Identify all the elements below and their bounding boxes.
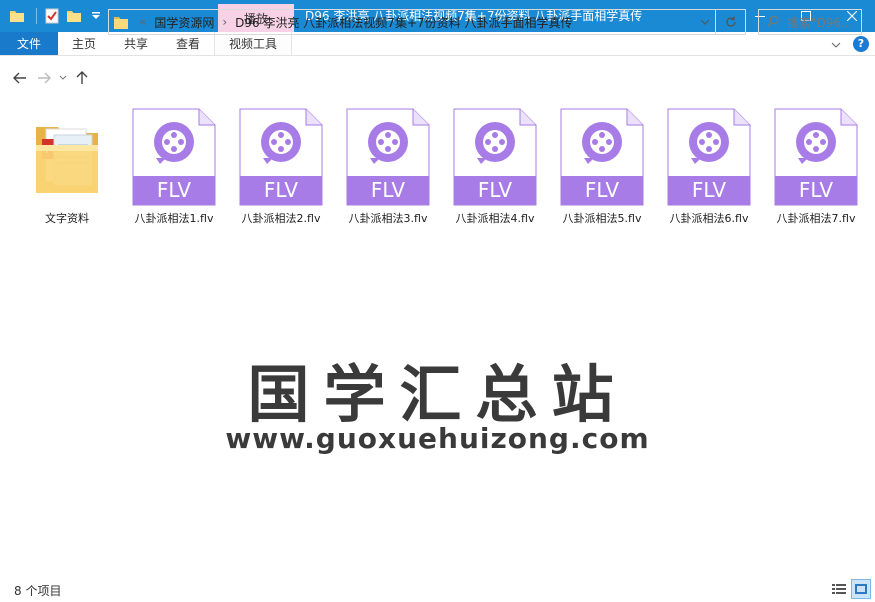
file-list: PDF 文字资料 FLV 八卦派相法1.flv FLV 八卦派相法2.flv — [0, 104, 875, 574]
file-item-folder[interactable]: PDF 文字资料 — [17, 106, 117, 226]
help-icon[interactable]: ? — [853, 35, 869, 52]
recent-locations-button[interactable] — [56, 66, 70, 90]
breadcrumb-item-root[interactable]: 国学资源网 — [154, 14, 214, 31]
arrow-left-icon — [13, 72, 26, 84]
file-name: 八卦派相法7.flv — [776, 212, 856, 225]
watermark-url: www.guoxuehuizong.com — [225, 422, 650, 455]
file-type-badge: FLV — [798, 178, 834, 202]
up-button[interactable] — [70, 66, 94, 90]
address-bar[interactable]: « 国学资源网 › D96 李洪亮 八卦派相法视频7集+7份资料 八卦派手面相学… — [108, 9, 716, 35]
ribbon-tabs: 文件 主页 共享 查看 视频工具 ? — [0, 32, 875, 56]
large-icons-view-icon — [855, 584, 867, 594]
breadcrumb-separator-icon[interactable]: › — [222, 15, 227, 29]
file-type-badge: FLV — [477, 178, 513, 202]
search-icon — [767, 15, 779, 30]
new-folder-icon[interactable] — [65, 7, 83, 25]
view-switcher — [829, 578, 871, 600]
file-name: 八卦派相法4.flv — [455, 212, 535, 225]
file-item-flv[interactable]: FLV 八卦派相法5.flv — [552, 106, 652, 226]
item-count: 8 个项目 — [14, 583, 62, 598]
file-type-badge: FLV — [156, 178, 192, 202]
customize-dropdown-icon[interactable] — [87, 7, 105, 25]
search-box[interactable]: 搜索"D96... — [758, 9, 862, 35]
file-type-badge: FLV — [263, 178, 299, 202]
file-type-badge: FLV — [691, 178, 727, 202]
file-item-flv[interactable]: FLV 八卦派相法6.flv — [659, 106, 759, 226]
chevron-down-icon — [59, 75, 67, 80]
folder-icon — [8, 7, 26, 25]
folder-icon: PDF — [17, 106, 117, 208]
file-item-flv[interactable]: FLV 八卦派相法2.flv — [231, 106, 331, 226]
search-input[interactable]: 搜索"D96... — [787, 14, 852, 31]
file-item-flv[interactable]: FLV 八卦派相法1.flv — [124, 106, 224, 226]
tab-share[interactable]: 共享 — [110, 32, 162, 55]
tab-view[interactable]: 查看 — [162, 32, 214, 55]
refresh-icon — [725, 16, 736, 27]
breadcrumb-item-current[interactable]: D96 李洪亮 八卦派相法视频7集+7份资料 八卦派手面相学真传 — [235, 14, 572, 31]
file-name: 八卦派相法1.flv — [134, 212, 214, 225]
arrow-right-icon — [38, 72, 51, 84]
breadcrumb-overflow[interactable]: « — [139, 15, 146, 29]
properties-icon[interactable] — [43, 7, 61, 25]
details-view-button[interactable] — [829, 579, 849, 599]
file-name: 文字资料 — [45, 212, 89, 225]
file-item-flv[interactable]: FLV 八卦派相法4.flv — [445, 106, 545, 226]
address-dropdown-button[interactable] — [695, 19, 715, 25]
file-name: 八卦派相法6.flv — [669, 212, 749, 225]
file-name: 八卦派相法2.flv — [241, 212, 321, 225]
forward-button[interactable] — [32, 66, 56, 90]
details-view-icon — [832, 584, 846, 594]
tab-video-tools[interactable]: 视频工具 — [214, 32, 293, 55]
file-type-badge: FLV — [370, 178, 406, 202]
tab-file[interactable]: 文件 — [0, 32, 58, 55]
file-item-flv[interactable]: FLV 八卦派相法3.flv — [338, 106, 438, 226]
navigation-bar — [0, 56, 875, 100]
file-name: 八卦派相法3.flv — [348, 212, 428, 225]
status-bar: 8 个项目 — [0, 578, 875, 602]
file-item-flv[interactable]: FLV 八卦派相法7.flv — [766, 106, 866, 226]
back-button[interactable] — [8, 66, 32, 90]
breadcrumb: « 国学资源网 › D96 李洪亮 八卦派相法视频7集+7份资料 八卦派手面相学… — [129, 14, 580, 31]
divider — [36, 8, 37, 24]
expand-ribbon-icon[interactable] — [831, 37, 841, 51]
folder-icon — [113, 15, 129, 29]
file-name: 八卦派相法5.flv — [562, 212, 642, 225]
chevron-down-icon — [700, 19, 710, 25]
large-icons-view-button[interactable] — [851, 579, 871, 599]
watermark-title: 国学汇总站 — [247, 358, 628, 431]
tab-home[interactable]: 主页 — [58, 32, 110, 55]
ribbon-controls: ? — [831, 32, 875, 55]
arrow-up-icon — [76, 71, 88, 84]
quick-access-toolbar — [0, 0, 109, 32]
refresh-button[interactable] — [716, 9, 746, 35]
file-type-badge: FLV — [584, 178, 620, 202]
